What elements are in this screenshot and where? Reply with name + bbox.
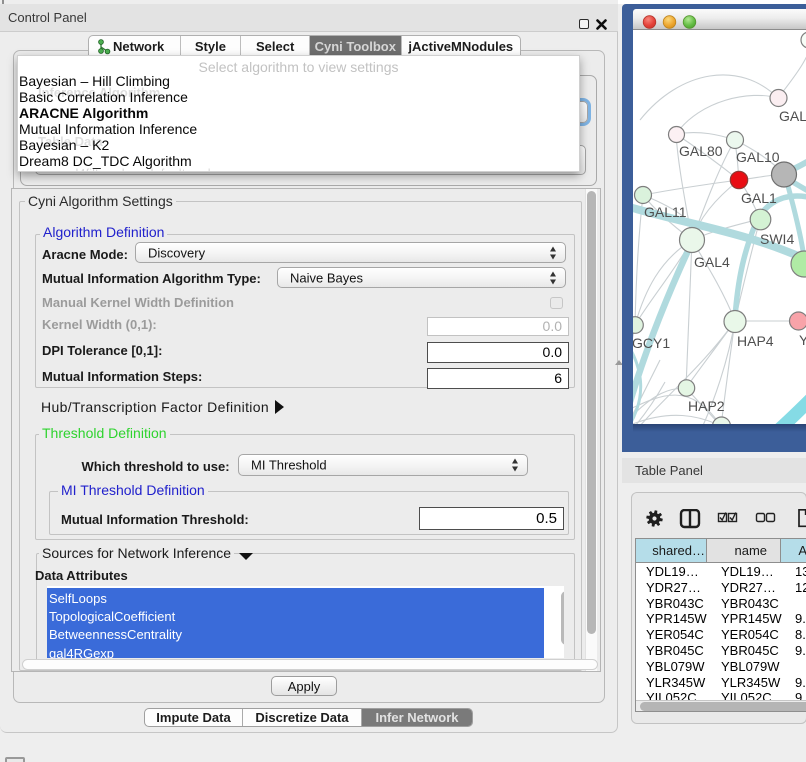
svg-text:GAL10: GAL10 xyxy=(736,149,780,165)
svg-text:GCY1: GCY1 xyxy=(633,335,670,351)
svg-text:YM: YM xyxy=(799,332,806,348)
svg-text:HAP4: HAP4 xyxy=(737,333,774,349)
svg-text:GAL7: GAL7 xyxy=(779,108,806,124)
svg-text:GAL80: GAL80 xyxy=(679,143,723,159)
svg-text:HAP2: HAP2 xyxy=(688,398,725,414)
svg-text:SWI4: SWI4 xyxy=(760,231,794,247)
svg-text:GAL11: GAL11 xyxy=(644,204,687,220)
svg-text:GAL4: GAL4 xyxy=(694,254,730,270)
svg-text:GAL1: GAL1 xyxy=(741,190,777,206)
